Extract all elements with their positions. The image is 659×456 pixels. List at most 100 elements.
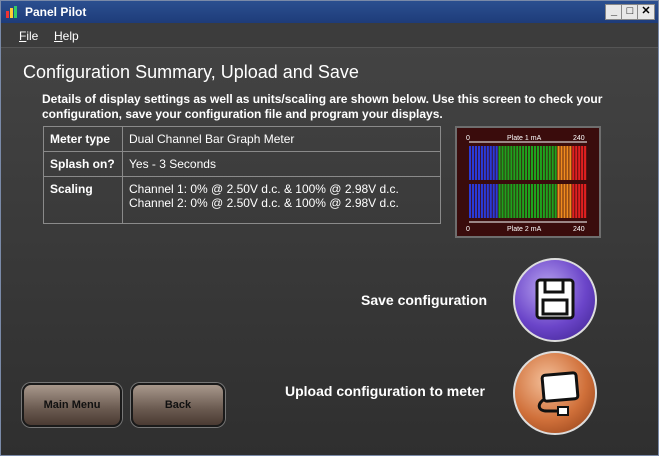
scaling-channel-1: Channel 1: 0% @ 2.50V d.c. & 100% @ 2.98… [129,182,399,196]
bar-graph-preview: 0 Plate 1 mA 240 0 Plate 2 mA 240 [455,126,601,238]
menu-help[interactable]: Help [54,29,79,43]
preview-bar-segment [542,184,545,218]
preview-bar-segment [566,146,569,180]
preview-bar-segment [578,146,581,180]
preview-bar-segment [495,146,498,180]
preview-bar-segment [510,184,513,218]
preview-bar-segment [486,146,489,180]
back-button[interactable]: Back [131,383,225,427]
preview-bar-segment [471,184,475,218]
preview-bar-segment [584,146,587,180]
preview-bar-segment [566,184,569,218]
preview-bar-segment [554,146,557,180]
preview-bar-segment [551,146,554,180]
preview-bar-segment [483,146,486,180]
preview-bar-segment [578,184,581,218]
preview-bar-segment [560,184,563,218]
page-description: Details of display settings as well as u… [42,92,603,121]
preview-bar-segment [492,146,495,180]
preview-bar-segment [557,184,560,218]
preview-bar-segment [560,146,563,180]
splash-label: Splash on? [43,151,123,177]
preview-bar-segment [513,184,516,218]
preview-bar-segment [545,146,548,180]
preview-bar-segment [498,146,501,180]
preview-top-label: Plate 1 mA [507,135,542,142]
preview-bar-segment [542,146,545,180]
preview-bar-segment [498,184,501,218]
preview-top-bars [469,146,587,180]
preview-bottom-bars [469,184,587,218]
preview-bottom-min: 0 [466,226,470,233]
preview-bottom-max: 240 [573,226,585,233]
preview-bar-segment [489,146,492,180]
preview-bar-segment [471,146,475,180]
preview-bar-segment [504,184,507,218]
close-button[interactable]: ✕ [637,4,655,20]
preview-bar-segment [533,146,537,180]
meter-type-value: Dual Channel Bar Graph Meter [122,126,441,152]
preview-bar-segment [548,184,551,218]
preview-bar-segment [469,146,472,180]
preview-bar-segment [486,184,489,218]
menu-file[interactable]: File [19,29,38,43]
preview-bar-segment [492,184,495,218]
preview-bar-segment [554,184,557,218]
preview-bar-segment [528,184,531,218]
preview-bar-segment [516,146,519,180]
save-configuration-button[interactable] [513,258,597,342]
preview-bar-segment [581,146,584,180]
preview-bar-segment [477,184,480,218]
scaling-value: Channel 1: 0% @ 2.50V d.c. & 100% @ 2.98… [122,176,441,224]
menu-help-accel: H [54,29,63,43]
preview-bar-segment [474,146,478,180]
main-content: Configuration Summary, Upload and Save D… [1,48,658,455]
page-title: Configuration Summary, Upload and Save [23,62,359,82]
preview-bottom-label: Plate 2 mA [507,226,542,233]
preview-bar-segment [501,146,504,180]
save-configuration-label: Save configuration [361,292,488,308]
app-window: Panel Pilot _ □ ✕ File Help Configuratio… [0,0,659,456]
main-menu-button[interactable]: Main Menu [22,383,122,427]
preview-bar-segment [522,146,525,180]
window-title: Panel Pilot [25,5,87,19]
preview-bar-segment [469,184,472,218]
upload-configuration-label: Upload configuration to meter [285,383,485,399]
preview-bar-segment [480,184,483,218]
preview-bar-segment [545,184,548,218]
scaling-channel-2: Channel 2: 0% @ 2.50V d.c. & 100% @ 2.98… [129,196,399,210]
preview-bar-segment [575,146,578,180]
preview-bar-segment [483,184,486,218]
upload-configuration-button[interactable] [513,351,597,435]
preview-bar-segment [525,184,528,218]
preview-bar-segment [522,184,525,218]
preview-bar-segment [569,146,572,180]
preview-bar-segment [581,184,584,218]
preview-bar-segment [569,184,572,218]
preview-bar-segment [536,184,539,218]
preview-bar-segment [513,146,516,180]
meter-upload-icon [537,371,580,416]
preview-bar-segment [572,184,575,218]
preview-bar-segment [563,184,566,218]
preview-bar-segment [539,184,542,218]
preview-bar-segment [504,146,507,180]
preview-top-max: 240 [573,135,585,142]
preview-bar-segment [530,184,534,218]
menu-file-label: ile [26,29,39,43]
preview-bar-segment [477,146,480,180]
bar-graph-preview-graphic: 0 Plate 1 mA 240 0 Plate 2 mA 240 [466,135,587,233]
preview-bar-segment [474,184,478,218]
preview-bar-segment [489,184,492,218]
preview-bar-segment [528,146,531,180]
menu-help-label: elp [62,29,79,43]
summary-table: Meter type Dual Channel Bar Graph Meter … [43,126,441,224]
scaling-label: Scaling [43,176,123,224]
preview-top-min: 0 [466,135,470,142]
preview-bar-segment [495,184,498,218]
preview-bar-segment [533,184,537,218]
preview-bar-segment [536,146,539,180]
meter-type-label: Meter type [43,126,123,152]
preview-bar-segment [551,184,554,218]
preview-bar-segment [507,146,510,180]
